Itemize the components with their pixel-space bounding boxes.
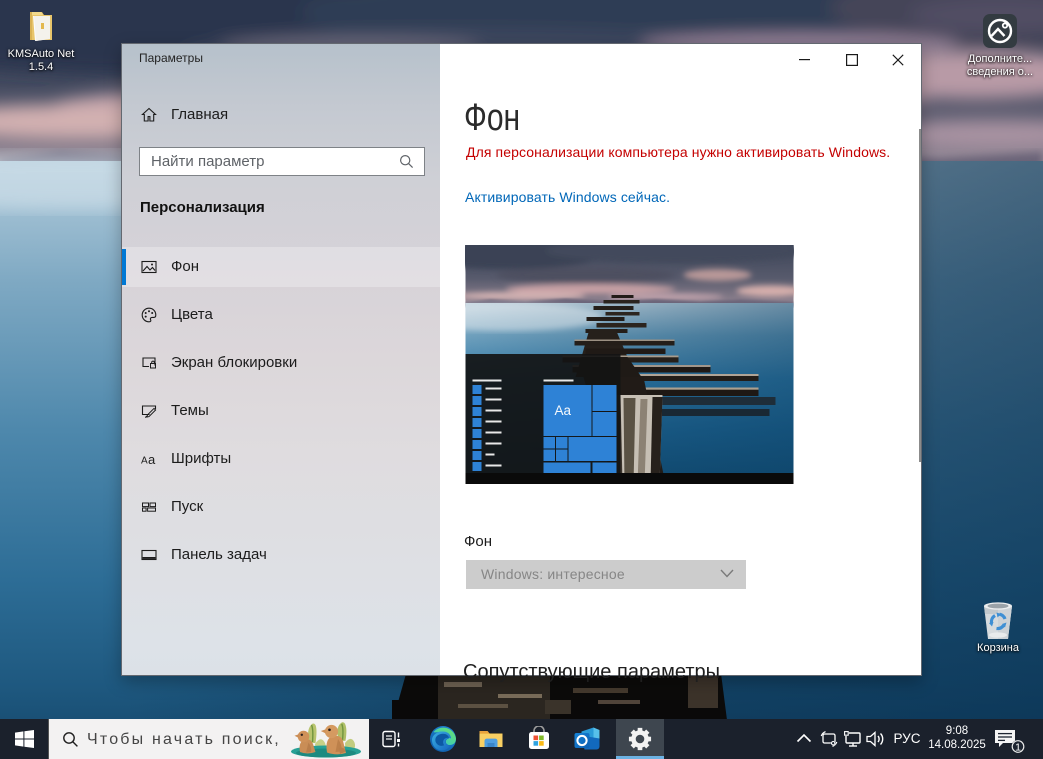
svg-text:a: a [148, 452, 156, 467]
svg-text:1: 1 [1015, 742, 1021, 754]
svg-text:A: A [141, 456, 148, 467]
svg-text:Aa: Aa [555, 403, 572, 418]
